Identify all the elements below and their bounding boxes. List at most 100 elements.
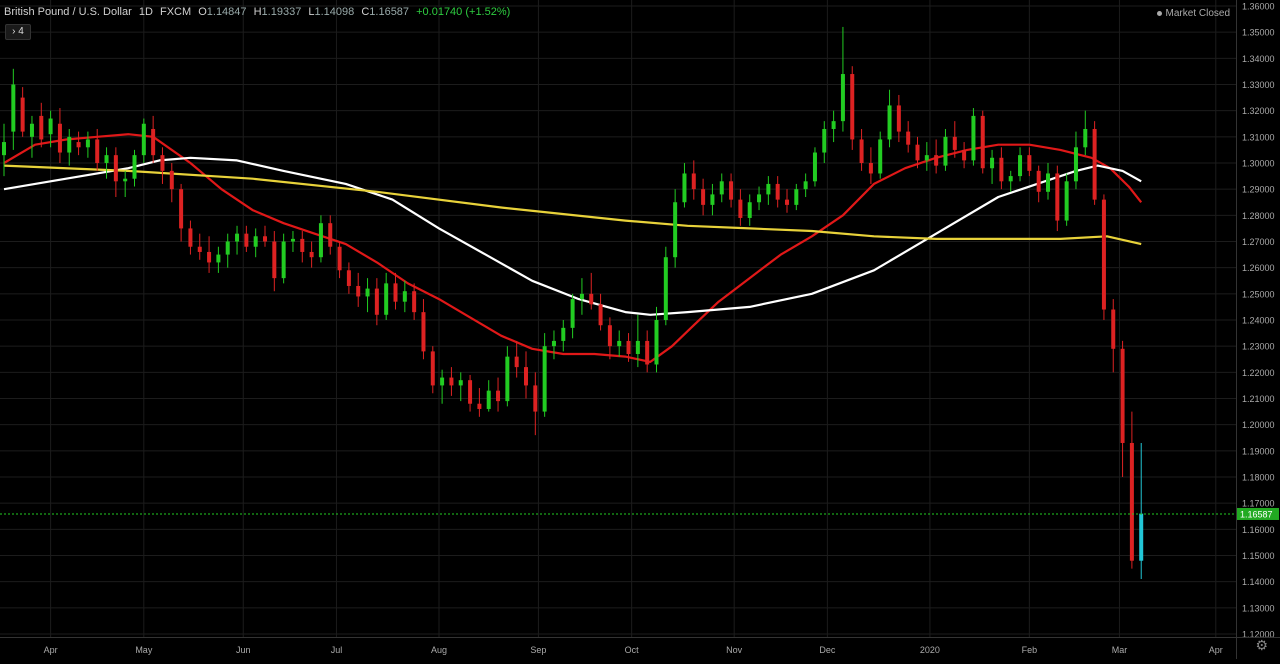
candle-body <box>29 123 34 137</box>
candle-body <box>1046 173 1050 192</box>
candle-body <box>924 155 929 161</box>
candle-body <box>216 254 221 263</box>
gear-icon[interactable]: ⚙ <box>1255 637 1268 654</box>
low-value: 1.14098 <box>314 6 355 18</box>
x-tick-label: Apr <box>44 645 58 655</box>
candle-body <box>197 246 202 252</box>
candle-body <box>1101 199 1106 310</box>
candle-body <box>682 173 687 203</box>
candle-body <box>663 257 668 320</box>
candle-body <box>309 251 314 258</box>
y-tick-label: 1.31000 <box>1242 132 1275 142</box>
candle-body <box>1083 128 1088 148</box>
y-tick-label: 1.20000 <box>1242 420 1275 430</box>
interval-label[interactable]: 1D <box>139 6 153 18</box>
y-tick-label: 1.22000 <box>1242 368 1275 378</box>
candle-body <box>542 346 547 412</box>
candle-body <box>505 356 510 402</box>
candle-body <box>253 236 258 247</box>
open-label: O <box>198 6 207 18</box>
open-value-group: O1.14847 <box>198 6 246 18</box>
candle-body <box>440 377 445 386</box>
x-tick-label: Oct <box>625 645 640 655</box>
candle-body <box>878 139 883 174</box>
high-value-group: H1.19337 <box>254 6 302 18</box>
candle-body <box>607 325 612 347</box>
candle-body <box>337 246 342 271</box>
y-tick-label: 1.23000 <box>1242 342 1275 352</box>
indicator-count: 4 <box>18 26 24 37</box>
candle-body <box>263 236 267 242</box>
y-tick-label: 1.14000 <box>1242 577 1275 587</box>
candle-body <box>645 340 650 365</box>
low-value-group: L1.14098 <box>308 6 354 18</box>
candle-body <box>738 199 743 218</box>
candle-body <box>39 115 44 140</box>
y-tick-label: 1.33000 <box>1242 80 1275 90</box>
candle-body <box>300 238 305 252</box>
y-tick-label: 1.36000 <box>1242 2 1275 12</box>
candle-body <box>207 251 212 263</box>
candle-body <box>1064 181 1069 221</box>
y-tick-label: 1.28000 <box>1242 211 1275 221</box>
x-tick-label: Jun <box>236 645 251 655</box>
x-tick-label: Dec <box>819 645 836 655</box>
candle-body <box>747 202 752 218</box>
candle-body <box>328 223 333 247</box>
price-chart[interactable]: 1.36000 1.35000 1.34000 1.33000 1.32000 1.310… <box>0 0 1280 659</box>
candle-body <box>635 340 640 355</box>
candle-body <box>943 136 948 166</box>
candle-body <box>524 367 528 386</box>
candle-body <box>691 173 696 190</box>
candle-body <box>654 320 659 365</box>
candle-body <box>962 149 967 161</box>
candle-body <box>785 199 789 205</box>
candle-body <box>561 327 566 341</box>
candle-body <box>999 157 1004 182</box>
y-tick-label: 1.27000 <box>1242 237 1275 247</box>
candle-body <box>579 293 584 300</box>
x-tick-label: Jul <box>331 645 343 655</box>
chevron-right-icon: › <box>12 26 16 37</box>
high-value: 1.19337 <box>261 6 302 18</box>
indicators-toggle-button[interactable]: › 4 <box>5 24 31 40</box>
candle-body <box>934 155 939 166</box>
candle-body <box>1139 513 1144 561</box>
candle-body <box>458 380 463 386</box>
y-tick-label: 1.24000 <box>1242 316 1275 326</box>
candle-body <box>859 139 864 163</box>
chart-background <box>0 0 1280 659</box>
candle-body <box>775 183 780 200</box>
candle-body <box>20 97 25 132</box>
market-status-label: Market Closed <box>1165 8 1230 19</box>
candle-body <box>710 194 715 205</box>
candle-body <box>496 390 501 402</box>
close-value-group: C1.16587 <box>361 6 409 18</box>
y-tick-label: 1.34000 <box>1242 54 1275 64</box>
candle-body <box>393 283 398 302</box>
open-value: 1.14847 <box>206 6 247 18</box>
candle-body <box>598 304 603 326</box>
candle-body <box>570 299 575 328</box>
candle-body <box>673 202 678 258</box>
candle-body <box>1129 442 1134 561</box>
candle-body <box>896 105 901 132</box>
candle-body <box>169 170 174 190</box>
y-tick-label: 1.13000 <box>1242 603 1275 613</box>
candle-body <box>430 351 435 386</box>
chart-area[interactable]: 1.36000 1.35000 1.34000 1.33000 1.32000 1.310… <box>0 0 1280 659</box>
candle-body <box>840 74 845 122</box>
y-tick-label: 1.26000 <box>1242 263 1275 273</box>
candle-body <box>179 189 184 229</box>
candle-body <box>850 74 855 140</box>
candle-body <box>244 233 249 247</box>
candle-body <box>85 139 90 148</box>
market-status: Market Closed <box>1156 8 1230 19</box>
candle-body <box>11 84 16 132</box>
candle-body <box>2 142 6 156</box>
candle-body <box>626 340 631 355</box>
symbol-name[interactable]: British Pound / U.S. Dollar <box>4 6 132 18</box>
candle-body <box>57 123 62 153</box>
data-source: FXCM <box>159 6 192 18</box>
x-tick-label: 2020 <box>920 645 940 655</box>
